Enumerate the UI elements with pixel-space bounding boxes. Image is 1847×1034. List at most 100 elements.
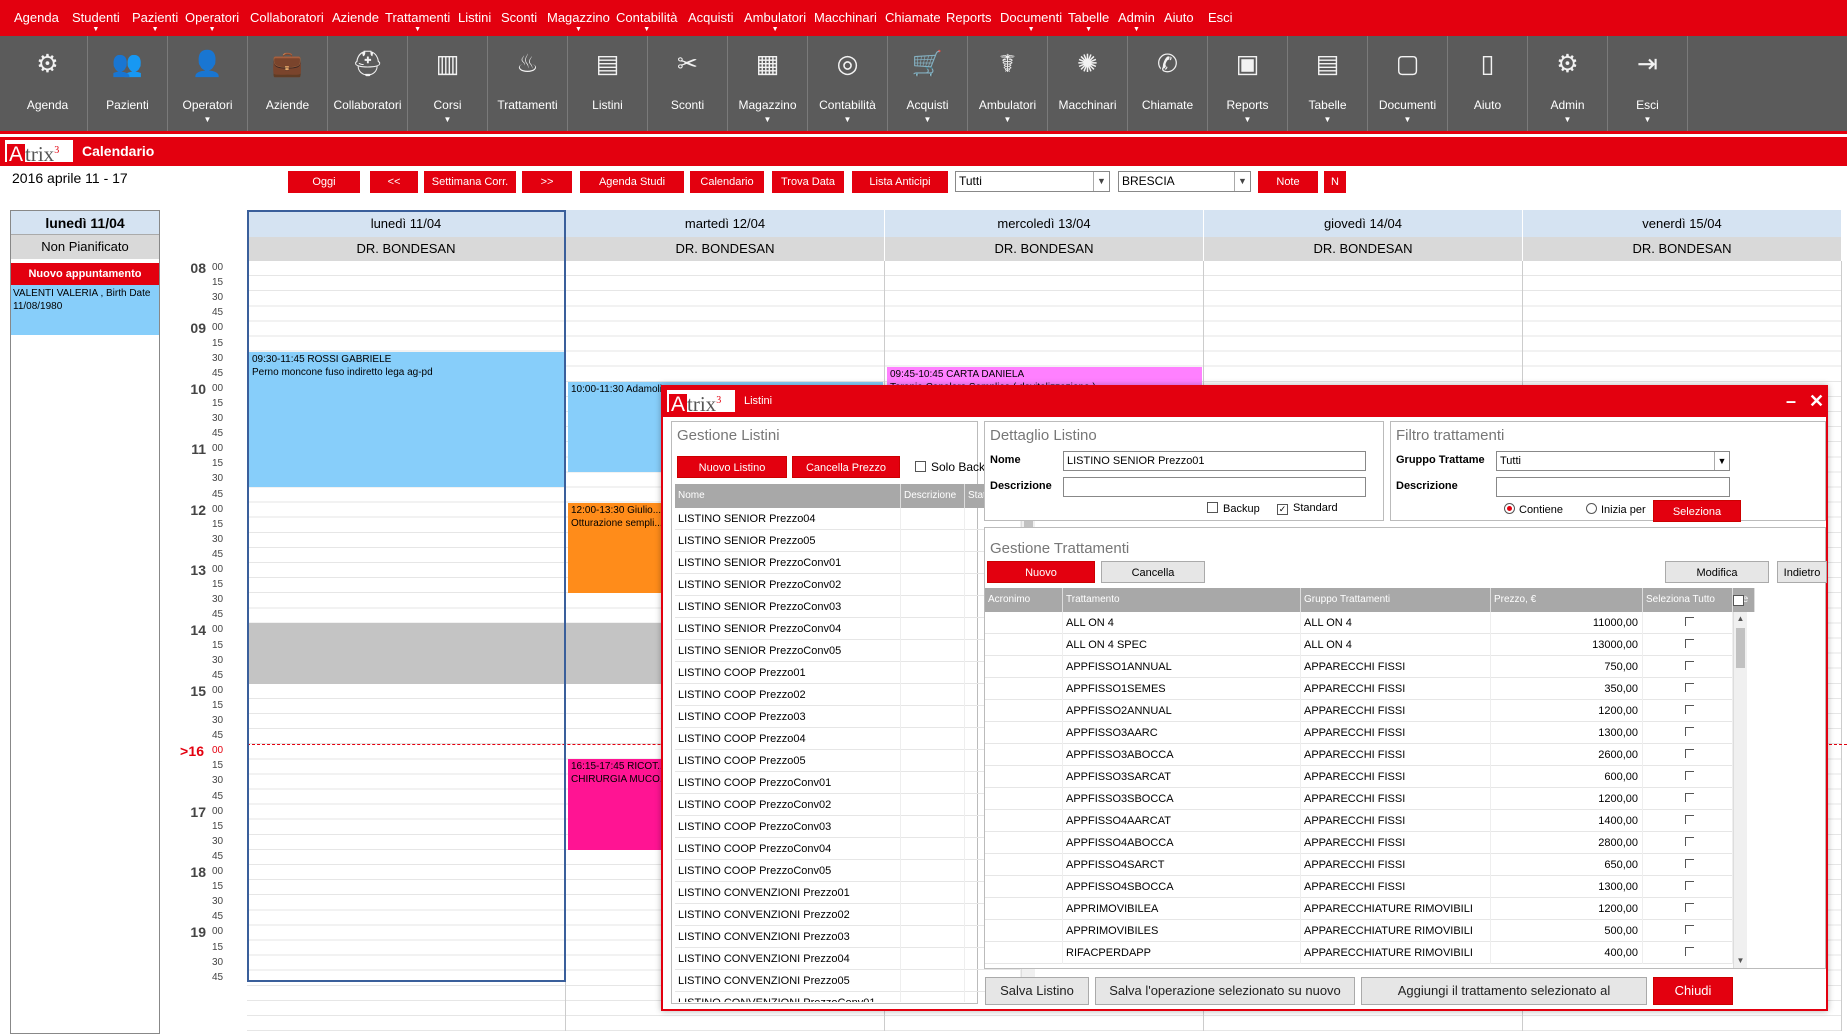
minimize-icon[interactable]: – — [1786, 391, 1796, 412]
day-header[interactable]: mercoledì 13/04 — [885, 210, 1204, 237]
menu-documenti[interactable]: Documenti ▼ — [1000, 10, 1062, 33]
chevron-up-icon[interactable]: ▲ — [1734, 612, 1747, 626]
menu-aziende[interactable]: Aziende — [332, 10, 379, 25]
chevron-down-icon[interactable]: ▼ — [1734, 954, 1747, 968]
row-select-checkbox[interactable] — [1684, 749, 1694, 758]
save-pricelist-button[interactable]: Salva Listino — [985, 977, 1089, 1005]
row-select-checkbox[interactable] — [1684, 705, 1694, 714]
advance-list-button[interactable]: Lista Anticipi — [852, 171, 948, 193]
table-row[interactable]: LISTINO COOP Prezzo05 — [675, 750, 1021, 772]
menu-contabilit[interactable]: Contabilità ▼ — [616, 10, 677, 33]
menu-esci[interactable]: Esci — [1208, 10, 1233, 25]
column-header[interactable]: Acronimo — [985, 588, 1063, 612]
row-select-checkbox[interactable] — [1684, 815, 1694, 824]
menu-studenti[interactable]: Studenti ▼ — [72, 10, 120, 33]
back-button[interactable]: Indietro — [1777, 561, 1827, 583]
table-row[interactable]: LISTINO SENIOR PrezzoConv01 — [675, 552, 1021, 574]
column-header[interactable]: Descrizione — [901, 484, 965, 508]
table-row[interactable]: APPFISSO4ABOCCA APPARECCHI FISSI 2800,00 — [985, 832, 1733, 854]
toolbar-macchinari[interactable]: ✺ Macchinari — [1048, 36, 1128, 131]
current-week-button[interactable]: Settimana Corr. — [424, 171, 516, 193]
menu-collaboratori[interactable]: Collaboratori — [250, 10, 324, 25]
menu-admin[interactable]: Admin ▼ — [1118, 10, 1155, 33]
column-header[interactable]: Nome — [675, 484, 901, 508]
row-select-checkbox[interactable] — [1684, 617, 1694, 626]
toolbar-contabilit[interactable]: ◎ Contabilità ▼ — [808, 36, 888, 131]
row-select-checkbox[interactable] — [1684, 859, 1694, 868]
menu-acquisti[interactable]: Acquisti — [688, 10, 734, 25]
table-row[interactable]: LISTINO SENIOR PrezzoConv03 — [675, 596, 1021, 618]
group-select[interactable]: Tutti ▼ — [1496, 451, 1730, 471]
table-row[interactable]: LISTINO CONVENZIONI Prezzo01 — [675, 882, 1021, 904]
toolbar-esci[interactable]: ⇥ Esci ▼ — [1608, 36, 1688, 131]
select-button[interactable]: Seleziona — [1653, 500, 1741, 522]
edit-button[interactable]: Modifica — [1665, 561, 1769, 583]
contains-radio[interactable]: Contiene — [1504, 503, 1563, 516]
table-row[interactable]: LISTINO SENIOR Prezzo04 — [675, 508, 1021, 530]
menu-magazzino[interactable]: Magazzino ▼ — [547, 10, 610, 33]
row-select-checkbox[interactable] — [1684, 771, 1694, 780]
delete-treatment-button[interactable]: Cancella — [1101, 561, 1205, 583]
menu-pazienti[interactable]: Pazienti ▼ — [132, 10, 178, 33]
toolbar-aziende[interactable]: 💼 Aziende — [248, 36, 328, 131]
column-header[interactable]: Seleziona Tutto — [1643, 588, 1733, 612]
location-combo[interactable]: BRESCIA ▼ — [1118, 171, 1251, 192]
toolbar-magazzino[interactable]: ▦ Magazzino ▼ — [728, 36, 808, 131]
toolbar-aiuto[interactable]: ▯ Aiuto — [1448, 36, 1528, 131]
table-row[interactable]: APPFISSO4SBOCCA APPARECCHI FISSI 1300,00 — [985, 876, 1733, 898]
day-header[interactable]: venerdì 15/04 — [1523, 210, 1842, 237]
toolbar-pazienti[interactable]: 👥 Pazienti — [88, 36, 168, 131]
table-row[interactable]: LISTINO COOP Prezzo03 — [675, 706, 1021, 728]
toolbar-tabelle[interactable]: ▤ Tabelle ▼ — [1288, 36, 1368, 131]
table-row[interactable]: APPFISSO3SARCAT APPARECCHI FISSI 600,00 — [985, 766, 1733, 788]
row-select-checkbox[interactable] — [1684, 947, 1694, 956]
table-row[interactable]: APPFISSO1ANNUAL APPARECCHI FISSI 750,00 — [985, 656, 1733, 678]
note-button[interactable]: Note — [1258, 171, 1318, 193]
day-header[interactable]: martedì 12/04 — [566, 210, 885, 237]
table-row[interactable]: APPFISSO3AARC APPARECCHI FISSI 1300,00 — [985, 722, 1733, 744]
menu-agenda[interactable]: Agenda — [14, 10, 59, 25]
table-row[interactable]: APPFISSO4SARCT APPARECCHI FISSI 650,00 — [985, 854, 1733, 876]
unplanned-appointment[interactable]: VALENTI VALERIA , Birth Date 11/08/1980 — [11, 285, 159, 335]
menu-macchinari[interactable]: Macchinari — [814, 10, 877, 25]
vertical-scrollbar[interactable]: ▲▼ — [1733, 612, 1747, 968]
toolbar-sconti[interactable]: ✂ Sconti — [648, 36, 728, 131]
table-row[interactable]: LISTINO SENIOR PrezzoConv02 — [675, 574, 1021, 596]
table-row[interactable]: LISTINO COOP Prezzo02 — [675, 684, 1021, 706]
table-row[interactable]: LISTINO COOP Prezzo04 — [675, 728, 1021, 750]
menu-reports[interactable]: Reports — [946, 10, 992, 25]
table-row[interactable]: LISTINO CONVENZIONI Prezzo04 — [675, 948, 1021, 970]
table-row[interactable]: LISTINO SENIOR PrezzoConv04 — [675, 618, 1021, 640]
row-select-checkbox[interactable] — [1684, 903, 1694, 912]
save-operation-button[interactable]: Salva l'operazione selezionato su nuovo — [1095, 977, 1355, 1005]
toolbar-chiamate[interactable]: ✆ Chiamate — [1128, 36, 1208, 131]
table-row[interactable]: APPRIMOVIBILEA APPARECCHIATURE RIMOVIBILI… — [985, 898, 1733, 920]
menu-trattamenti[interactable]: Trattamenti ▼ — [385, 10, 450, 33]
close-button[interactable]: Chiudi — [1653, 977, 1733, 1005]
table-row[interactable]: LISTINO SENIOR PrezzoConv05 — [675, 640, 1021, 662]
toolbar-acquisti[interactable]: 🛒 Acquisti ▼ — [888, 36, 968, 131]
agenda-studi-button[interactable]: Agenda Studi — [580, 171, 684, 193]
row-select-checkbox[interactable] — [1684, 727, 1694, 736]
table-row[interactable]: APPFISSO4AARCAT APPARECCHI FISSI 1400,00 — [985, 810, 1733, 832]
filter-description-input[interactable] — [1496, 477, 1730, 497]
table-row[interactable]: RIFACPERDAPP APPARECCHIATURE RIMOVIBILI 40… — [985, 942, 1733, 964]
select-all-checkbox[interactable] — [1733, 595, 1744, 606]
toolbar-trattamenti[interactable]: ♨ Trattamenti — [488, 36, 568, 131]
toolbar-corsi[interactable]: ▥ Corsi ▼ — [408, 36, 488, 131]
table-row[interactable]: APPFISSO2ANNUAL APPARECCHI FISSI 1200,00 — [985, 700, 1733, 722]
chevron-down-icon[interactable]: ▼ — [1234, 172, 1250, 191]
today-button[interactable]: Oggi — [288, 171, 360, 193]
menu-chiamate[interactable]: Chiamate — [885, 10, 941, 25]
row-select-checkbox[interactable] — [1684, 661, 1694, 670]
new-treatment-button[interactable]: Nuovo — [987, 561, 1095, 583]
table-row[interactable]: LISTINO COOP PrezzoConv02 — [675, 794, 1021, 816]
description-input[interactable] — [1063, 477, 1366, 497]
calendar-button[interactable]: Calendario — [690, 171, 764, 193]
prev-week-button[interactable]: << — [370, 171, 418, 193]
day-header[interactable]: giovedì 14/04 — [1204, 210, 1523, 237]
menu-sconti[interactable]: Sconti — [501, 10, 537, 25]
toolbar-reports[interactable]: ▣ Reports ▼ — [1208, 36, 1288, 131]
table-row[interactable]: LISTINO COOP PrezzoConv03 — [675, 816, 1021, 838]
toolbar-collaboratori[interactable]: ⛑ Collaboratori — [328, 36, 408, 131]
